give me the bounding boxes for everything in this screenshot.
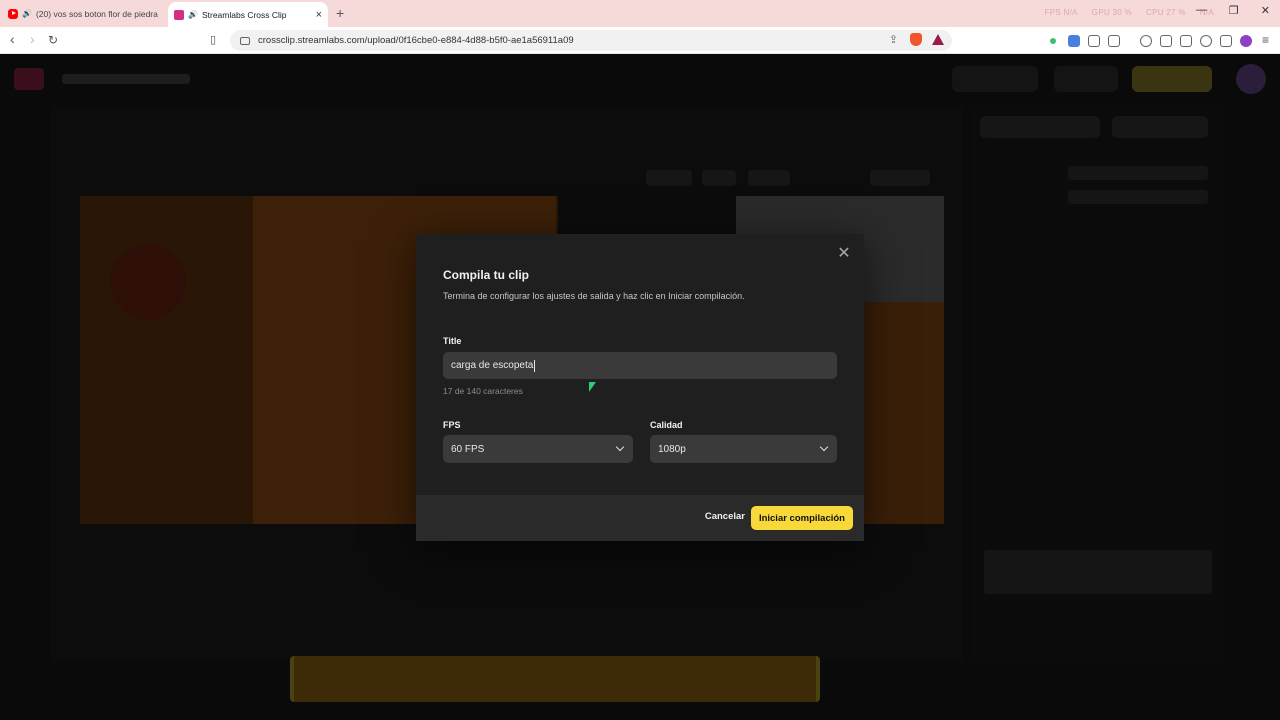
title-input-value: carga de escopeta xyxy=(451,360,534,371)
char-count: 17 de 140 caracteres xyxy=(443,386,523,396)
header-button xyxy=(952,66,1038,92)
tab-youtube[interactable]: 🔊 (20) vos sos boton flor de piedra xyxy=(8,0,166,27)
vpn-icon[interactable] xyxy=(1220,35,1232,47)
address-bar[interactable]: crossclip.streamlabs.com/upload/0f16cbe0… xyxy=(230,30,952,51)
translate-icon[interactable] xyxy=(1068,35,1080,47)
music-icon[interactable] xyxy=(1140,35,1152,47)
brave-rewards-icon[interactable] xyxy=(932,34,944,45)
fps-select[interactable]: 60 FPS xyxy=(443,435,633,463)
app-logo-text xyxy=(62,74,190,84)
close-window-icon[interactable]: ✕ xyxy=(1261,4,1270,17)
panel-row xyxy=(1068,190,1208,204)
dialog-title: Compila tu clip xyxy=(443,268,530,282)
performance-stats: FPS N/A GPU 30 % CPU 27 % N/A xyxy=(1045,8,1214,17)
minimize-icon[interactable]: — xyxy=(1196,4,1207,17)
bookmark-icon[interactable]: ▯ xyxy=(210,33,216,46)
editor-control xyxy=(748,170,790,186)
extension-k-icon[interactable] xyxy=(1050,38,1056,44)
brave-shields-icon[interactable] xyxy=(910,33,922,46)
screenshot-icon[interactable] xyxy=(1108,35,1120,47)
dialog-footer: Cancelar Iniciar compilación xyxy=(416,495,864,541)
speaker-icon[interactable]: 🔊 xyxy=(188,10,198,19)
browser-toolbar: ‹ › ↻ ▯ crossclip.streamlabs.com/upload/… xyxy=(0,27,1280,54)
fps-stat: FPS N/A xyxy=(1044,8,1078,17)
sidebar-icon[interactable] xyxy=(1160,35,1172,47)
close-tab-icon[interactable]: × xyxy=(316,9,322,21)
header-button xyxy=(1054,66,1118,92)
panel-tab xyxy=(980,116,1100,138)
start-compilation-button[interactable]: Iniciar compilación xyxy=(750,506,853,530)
restore-icon[interactable]: ❐ xyxy=(1229,4,1239,17)
browser-tab-strip: 🔊 (20) vos sos boton flor de piedra 🔊 St… xyxy=(0,0,1280,27)
compile-clip-dialog: ✕ Compila tu clip Termina de configurar … xyxy=(416,234,864,541)
text-caret xyxy=(534,359,536,372)
layout-panel xyxy=(972,106,1224,662)
chevron-down-icon xyxy=(819,442,829,452)
editor-control xyxy=(646,170,692,186)
url-text: crossclip.streamlabs.com/upload/0f16cbe0… xyxy=(258,35,574,46)
profile-icon[interactable] xyxy=(1240,35,1252,47)
header-yellow-button xyxy=(1132,66,1212,92)
leo-icon[interactable] xyxy=(1200,35,1212,47)
cancel-button[interactable]: Cancelar xyxy=(705,511,745,522)
window-controls: — ❐ ✕ xyxy=(1196,4,1270,17)
app-logo xyxy=(14,68,44,90)
extensions-icon[interactable] xyxy=(1088,35,1100,47)
fps-label: FPS xyxy=(443,420,461,430)
timeline-strip xyxy=(290,656,820,702)
quality-select[interactable]: 1080p xyxy=(650,435,837,463)
speaker-icon[interactable]: 🔊 xyxy=(22,9,32,18)
new-tab-button[interactable]: + xyxy=(336,5,344,21)
close-icon[interactable]: ✕ xyxy=(836,246,852,262)
editor-control xyxy=(870,170,930,186)
panel-card xyxy=(984,550,1212,594)
panel-tab xyxy=(1112,116,1208,138)
panel-row xyxy=(1068,166,1208,180)
youtube-icon xyxy=(8,8,18,19)
quality-select-value: 1080p xyxy=(658,443,686,455)
fps-select-value: 60 FPS xyxy=(451,443,485,455)
streamlabs-icon xyxy=(174,9,184,20)
screen: 🔊 (20) vos sos boton flor de piedra 🔊 St… xyxy=(0,0,1280,720)
share-icon[interactable]: ⇪ xyxy=(889,33,898,46)
site-settings-icon[interactable] xyxy=(240,36,250,45)
wallet-icon[interactable] xyxy=(1180,35,1192,47)
dialog-subtitle: Termina de configurar los ajustes de sal… xyxy=(443,291,745,301)
title-input[interactable]: carga de escopeta xyxy=(443,352,837,379)
mouse-cursor-icon xyxy=(589,382,596,392)
quality-label: Calidad xyxy=(650,420,683,430)
editor-control xyxy=(702,170,736,186)
avatar xyxy=(1236,64,1266,94)
webcam-overlay xyxy=(110,244,186,320)
gpu-stat: GPU 30 % xyxy=(1091,8,1132,17)
tab-label: (20) vos sos boton flor de piedra xyxy=(35,8,158,19)
tab-streamlabs[interactable]: 🔊 Streamlabs Cross Clip × xyxy=(168,2,328,27)
chevron-down-icon xyxy=(615,442,625,452)
cpu-stat: CPU 27 % xyxy=(1146,8,1186,17)
tab-label: Streamlabs Cross Clip xyxy=(201,9,287,20)
back-icon[interactable]: ‹ xyxy=(10,31,15,47)
menu-icon[interactable]: ≡ xyxy=(1262,33,1269,47)
forward-icon[interactable]: › xyxy=(30,31,35,47)
title-label: Title xyxy=(443,336,462,346)
reload-icon[interactable]: ↻ xyxy=(48,33,58,47)
